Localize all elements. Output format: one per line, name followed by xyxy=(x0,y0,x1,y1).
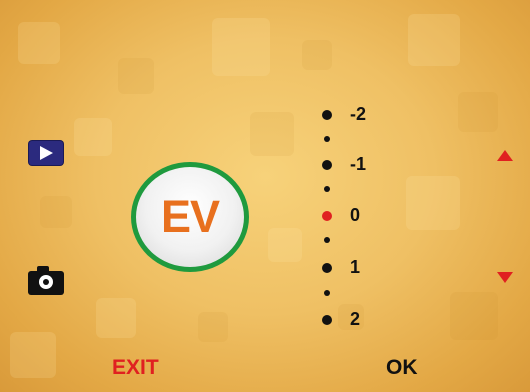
ev-option-label[interactable]: -1 xyxy=(350,154,366,175)
arrow-up-icon[interactable] xyxy=(497,150,513,161)
scale-tick xyxy=(324,136,330,142)
background-tile xyxy=(458,92,498,132)
ev-badge-label: EV xyxy=(160,191,220,242)
scale-tick xyxy=(324,186,330,192)
background-tile xyxy=(406,176,460,230)
background-tile xyxy=(450,292,498,340)
camera-lens xyxy=(39,275,53,289)
background-tile xyxy=(250,112,294,156)
background-tile xyxy=(18,22,60,64)
ev-option-dot[interactable] xyxy=(322,160,332,170)
scale-tick xyxy=(324,237,330,243)
background-tile xyxy=(74,118,112,156)
ev-option-label[interactable]: 1 xyxy=(350,257,360,278)
camera-icon[interactable] xyxy=(28,266,64,296)
scale-tick xyxy=(324,290,330,296)
ev-option-dot[interactable] xyxy=(322,315,332,325)
exit-button[interactable]: EXIT xyxy=(112,356,159,380)
play-icon[interactable] xyxy=(29,141,63,165)
ok-button[interactable]: OK xyxy=(386,356,418,380)
ev-option-dot-selected[interactable] xyxy=(322,211,332,221)
background-tile xyxy=(212,18,270,76)
ev-option-dot[interactable] xyxy=(322,263,332,273)
background-tile xyxy=(302,40,332,70)
ev-option-label[interactable]: -2 xyxy=(350,104,366,125)
background-tile xyxy=(408,14,460,66)
ev-option-label-selected[interactable]: 0 xyxy=(350,205,360,226)
background-tile xyxy=(40,196,72,228)
ev-option-label[interactable]: 2 xyxy=(350,309,360,330)
ev-badge: EV xyxy=(131,162,249,272)
ev-option-dot[interactable] xyxy=(322,110,332,120)
background-tile xyxy=(96,298,136,338)
arrow-down-icon[interactable] xyxy=(497,272,513,283)
background-tile xyxy=(118,58,154,94)
camera-ev-screen: EV -2 -1 0 1 2 EXIT OK xyxy=(0,0,530,392)
background-tile xyxy=(198,312,228,342)
background-tile xyxy=(268,228,302,262)
background-tile xyxy=(10,332,56,378)
